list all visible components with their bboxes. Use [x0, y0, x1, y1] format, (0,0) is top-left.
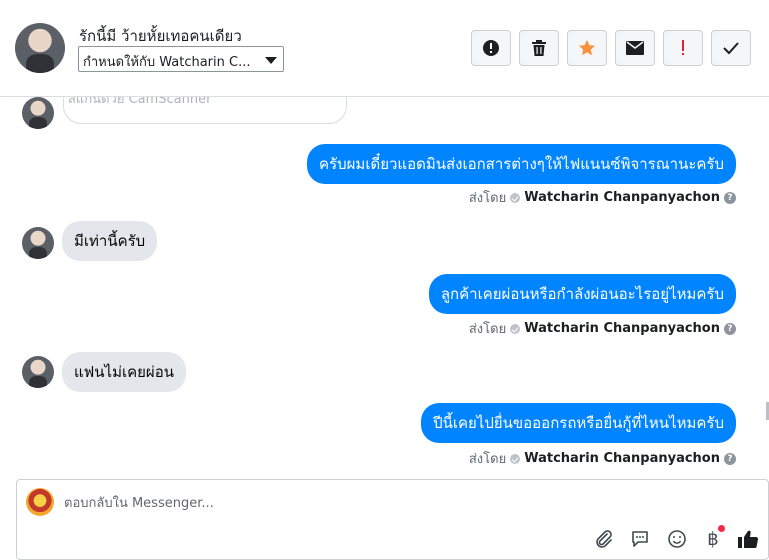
sent-by-prefix: ส่งโดย: [468, 452, 507, 467]
outgoing-message[interactable]: ลูกค้าเคยผ่อนหรือกำลังผ่อนอะไรอยู่ไหมครั…: [428, 274, 736, 314]
attachment-caption: สแกนด้วย CamScanner: [68, 97, 212, 107]
trash-icon: [532, 40, 546, 56]
payment-button[interactable]: ฿: [701, 525, 725, 551]
caret-down-icon: [265, 57, 277, 64]
sent-by-name: Watcharin Chanpanyachon: [524, 190, 720, 205]
sent-check-icon: [510, 323, 521, 334]
mark-done-button[interactable]: [711, 30, 751, 66]
conversation-header: รักนี้มี ว้ายหั้ยเทอคนเดียว กำหนดให้กับ …: [0, 0, 769, 97]
saved-replies-button[interactable]: [628, 527, 652, 551]
reply-input[interactable]: [64, 492, 664, 514]
contact-message-avatar: [22, 356, 54, 388]
envelope-icon: [626, 41, 644, 55]
contact-avatar[interactable]: [15, 23, 65, 73]
incoming-message[interactable]: มีเท่านี้ครับ: [62, 221, 158, 261]
reply-composer: ฿: [16, 479, 769, 560]
sent-by-info: ส่งโดย Watcharin Chanpanyachon ?: [469, 318, 736, 339]
outgoing-message[interactable]: ปีนี้เคยไปยื่นขอออกรถหรือยื่นกู้ที่ไหนไห…: [421, 403, 736, 443]
attach-button[interactable]: [592, 527, 616, 551]
exclamation-icon: [682, 40, 684, 55]
sent-by-info: ส่งโดย Watcharin Chanpanyachon ?: [469, 187, 736, 208]
speech-bubble-icon: [632, 531, 648, 547]
sent-by-info: ส่งโดย Watcharin Chanpanyachon ?: [469, 448, 736, 469]
paperclip-icon: [596, 530, 612, 548]
sent-by-name: Watcharin Chanpanyachon: [524, 321, 720, 336]
sent-check-icon: [510, 453, 521, 464]
outgoing-message[interactable]: ครับผมเดี๋ยวแอดมินส่งเอกสารต่างๆให้ไฟแนน…: [307, 144, 736, 184]
sent-by-prefix: ส่งโดย: [468, 322, 507, 337]
contact-message-avatar: [22, 227, 54, 259]
contact-message-avatar: [22, 97, 54, 129]
sent-by-name: Watcharin Chanpanyachon: [524, 451, 720, 466]
attachment-message-bubble[interactable]: สแกนด้วย CamScanner: [63, 97, 347, 124]
mark-spam-button[interactable]: [471, 30, 511, 66]
contact-name[interactable]: รักนี้มี ว้ายหั้ยเทอคนเดียว: [79, 24, 242, 48]
help-icon[interactable]: ?: [724, 191, 736, 204]
help-icon[interactable]: ?: [724, 452, 736, 465]
thumbs-up-icon: [738, 530, 759, 548]
mark-unread-button[interactable]: [615, 30, 655, 66]
checkmark-icon: [723, 42, 739, 55]
message-thread[interactable]: สแกนด้วย CamScanner ครับผมเดี๋ยวแอดมินส่…: [0, 97, 769, 478]
incoming-message[interactable]: แฟนไม่เคยผ่อน: [62, 352, 186, 392]
sent-by-prefix: ส่งโดย: [468, 191, 507, 206]
help-icon[interactable]: ?: [724, 322, 736, 335]
follow-up-button[interactable]: [663, 30, 703, 66]
assign-dropdown-value: กำหนดให้กับ Watcharin C...: [83, 55, 251, 70]
page-avatar: [26, 488, 54, 516]
delete-button[interactable]: [519, 30, 559, 66]
baht-icon: ฿: [707, 528, 719, 550]
star-icon: [579, 40, 595, 56]
emoji-button[interactable]: [665, 527, 689, 551]
alert-icon: [483, 40, 499, 56]
sent-check-icon: [510, 192, 521, 203]
star-button[interactable]: [567, 30, 607, 66]
assign-dropdown[interactable]: กำหนดให้กับ Watcharin C...: [78, 46, 284, 72]
smiley-icon: [668, 530, 686, 548]
like-button[interactable]: [736, 527, 760, 551]
notification-dot: [718, 525, 725, 532]
